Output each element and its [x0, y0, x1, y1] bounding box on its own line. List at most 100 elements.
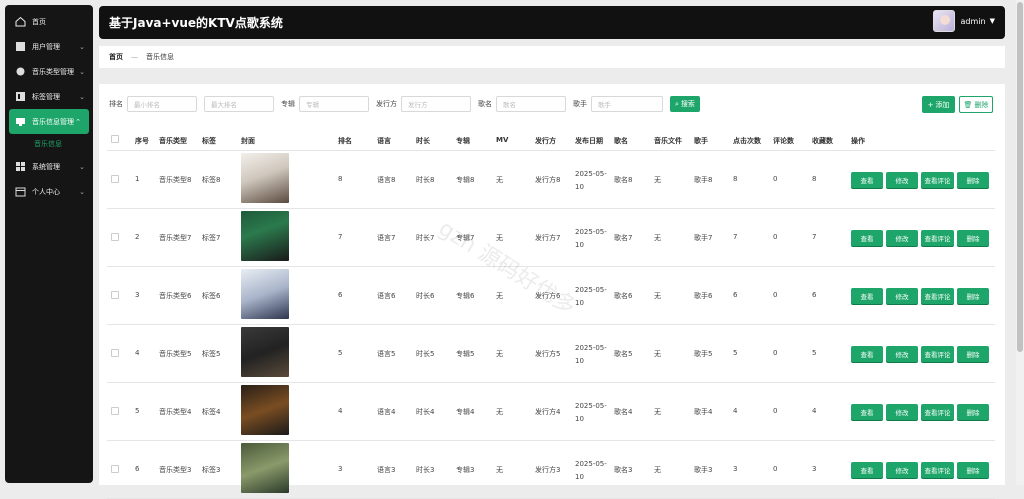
rank-max-input[interactable]: 最大排名 — [204, 96, 274, 112]
row-checkbox[interactable] — [111, 349, 119, 357]
album-input[interactable]: 专辑 — [299, 96, 369, 112]
edit-button[interactable]: 修改 — [886, 404, 918, 420]
caret-down-icon[interactable]: ▼ — [990, 17, 995, 25]
page-scrollbar[interactable] — [1016, 0, 1024, 485]
delete-button[interactable]: 删除 — [957, 288, 989, 304]
col-header[interactable]: 序号 — [135, 136, 149, 146]
sidebar-item-label: 个人中心 — [32, 187, 60, 196]
edit-button[interactable]: 修改 — [886, 346, 918, 362]
search-button[interactable]: ⌕ 搜索 — [670, 96, 700, 112]
sidebar-item-tags[interactable]: 标签管理 ⌄ — [5, 84, 93, 109]
view-button[interactable]: 查看 — [851, 230, 883, 246]
cell-mv: 无 — [496, 408, 503, 416]
view-button[interactable]: 查看 — [851, 288, 883, 304]
cell-comments: 0 — [773, 349, 778, 357]
col-header: 音乐文件 — [654, 137, 682, 145]
cell-rank: 4 — [338, 407, 343, 415]
cell-rank: 3 — [338, 465, 343, 473]
cell-rank: 7 — [338, 233, 343, 241]
col-header[interactable]: 语言 — [377, 136, 391, 146]
cell-lang: 语言7 — [377, 234, 396, 242]
sidebar-item-system[interactable]: 系统管理 ⌄ — [5, 154, 93, 179]
cell-duration: 时长5 — [416, 350, 435, 358]
edit-button[interactable]: 修改 — [886, 462, 918, 478]
scrollbar-thumb[interactable] — [1017, 2, 1023, 352]
view-button[interactable]: 查看 — [851, 462, 883, 478]
col-header[interactable]: 评论数 — [773, 136, 794, 146]
cell-lang: 语言6 — [377, 292, 396, 300]
row-checkbox[interactable] — [111, 175, 119, 183]
row-checkbox[interactable] — [111, 465, 119, 473]
edit-button[interactable]: 修改 — [886, 288, 918, 304]
rank-min-input[interactable]: 最小排名 — [127, 96, 197, 112]
view-comments-button[interactable]: 查看评论 — [921, 346, 954, 362]
sidebar-item-music-info[interactable]: 音乐信息管理 ⌃ — [9, 109, 89, 134]
publisher-input[interactable]: 发行方 — [401, 96, 471, 112]
sidebar-item-home[interactable]: 首页 — [5, 9, 93, 34]
search-filters: 排名 最小排名 最大排名 专辑 专辑 发行方 发行方 歌名 歌名 歌手 歌手 ⌕… — [109, 96, 700, 112]
user-menu[interactable]: admin ▼ — [932, 10, 995, 32]
cell-singer: 歌手8 — [694, 176, 713, 184]
col-header[interactable]: 歌手 — [694, 136, 708, 146]
breadcrumb-home[interactable]: 首页 — [109, 52, 123, 62]
delete-button[interactable]: 删除 — [957, 230, 989, 246]
cell-album: 专辑8 — [456, 176, 475, 184]
delete-button[interactable]: 删除 — [957, 404, 989, 420]
cell-file: 无 — [654, 234, 661, 242]
cell-type: 音乐类型7 — [159, 234, 192, 242]
view-comments-button[interactable]: 查看评论 — [921, 230, 954, 246]
sidebar-subitem-music-info[interactable]: 音乐信息 — [5, 134, 93, 154]
song-input[interactable]: 歌名 — [496, 96, 566, 112]
song-label: 歌名 — [478, 100, 492, 108]
cell-comments: 0 — [773, 175, 778, 183]
singer-label: 歌手 — [573, 100, 587, 108]
col-header[interactable]: 发行方 — [535, 136, 556, 146]
col-header[interactable]: 收藏数 — [812, 136, 833, 146]
delete-button[interactable]: 删除 — [957, 346, 989, 362]
select-all-checkbox[interactable] — [111, 135, 119, 143]
add-button[interactable]: + 添加 — [922, 96, 955, 113]
cell-type: 音乐类型6 — [159, 292, 192, 300]
cell-lang: 语言3 — [377, 466, 396, 474]
singer-input[interactable]: 歌手 — [591, 96, 663, 112]
batch-delete-button[interactable]: 🗑 删除 — [959, 96, 993, 113]
col-header[interactable]: 音乐类型 — [159, 136, 187, 146]
trash-icon: 🗑 — [963, 100, 973, 109]
sidebar-item-users[interactable]: 用户管理 ⌄ — [5, 34, 93, 59]
col-header[interactable]: 标签 — [202, 136, 216, 146]
row-checkbox[interactable] — [111, 407, 119, 415]
cell-tag: 标签5 — [202, 350, 221, 358]
view-button[interactable]: 查看 — [851, 404, 883, 420]
edit-button[interactable]: 修改 — [886, 230, 918, 246]
edit-button[interactable]: 修改 — [886, 172, 918, 188]
sidebar-item-music-types[interactable]: 音乐类型管理 ⌄ — [5, 59, 93, 84]
chevron-up-icon: ⌃ — [75, 117, 81, 126]
col-header[interactable]: 点击次数 — [733, 136, 761, 146]
col-header[interactable]: 发布日期 — [575, 136, 603, 146]
cell-type: 音乐类型5 — [159, 350, 192, 358]
view-button[interactable]: 查看 — [851, 172, 883, 188]
col-header[interactable]: 歌名 — [614, 136, 628, 146]
cell-mv: 无 — [496, 466, 503, 474]
table-row: 2 音乐类型7 标签7 7 语言7 时长7 专辑7 无 发行方7 2025-05… — [107, 209, 995, 267]
view-comments-button[interactable]: 查看评论 — [921, 462, 954, 478]
view-comments-button[interactable]: 查看评论 — [921, 288, 954, 304]
row-checkbox[interactable] — [111, 233, 119, 241]
search-icon: ⌕ — [675, 99, 679, 108]
view-button[interactable]: 查看 — [851, 346, 883, 362]
user-name[interactable]: admin — [961, 17, 986, 26]
chevron-down-icon: ⌄ — [79, 162, 85, 171]
rank-label: 排名 — [109, 100, 123, 108]
chevron-down-icon: ⌄ — [79, 67, 85, 76]
view-comments-button[interactable]: 查看评论 — [921, 172, 954, 188]
avatar[interactable] — [932, 10, 955, 32]
view-comments-button[interactable]: 查看评论 — [921, 404, 954, 420]
col-header[interactable]: 时长 — [416, 136, 430, 146]
col-header[interactable]: 排名 — [338, 136, 352, 146]
col-header[interactable]: 专辑 — [456, 136, 470, 146]
delete-button[interactable]: 删除 — [957, 462, 989, 478]
row-checkbox[interactable] — [111, 291, 119, 299]
sidebar-item-profile[interactable]: 个人中心 ⌄ — [5, 179, 93, 204]
cover-image — [241, 443, 289, 493]
delete-button[interactable]: 删除 — [957, 172, 989, 188]
